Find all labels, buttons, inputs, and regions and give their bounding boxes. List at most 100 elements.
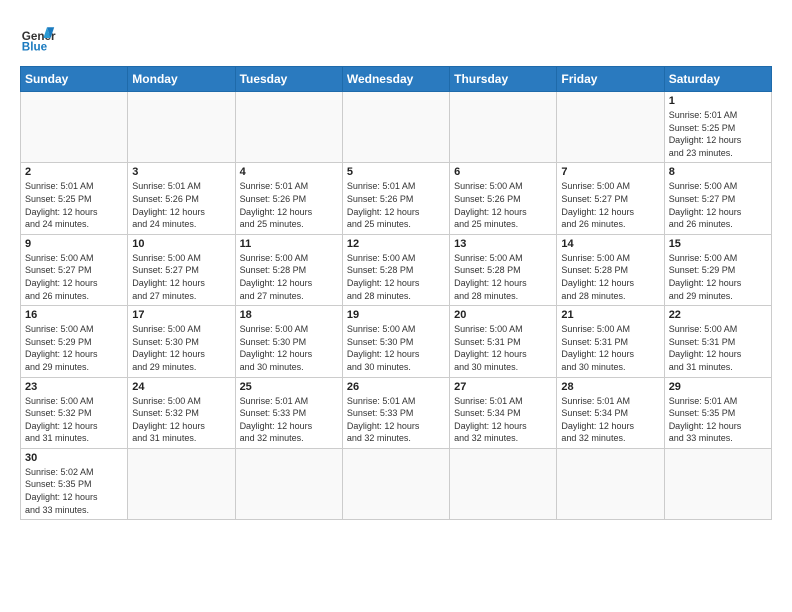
day-cell: 13Sunrise: 5:00 AM Sunset: 5:28 PM Dayli… xyxy=(450,234,557,305)
day-cell: 23 Sunrise: 5:00 AM Sunset: 5:32 PM Dayli… xyxy=(21,377,128,448)
day-number: 23 xyxy=(25,381,123,393)
day-number: 8 xyxy=(669,166,767,178)
day-cell: 16 Sunrise: 5:00 AM Sunset: 5:29 PM Dayli… xyxy=(21,306,128,377)
logo-icon: General Blue xyxy=(20,20,56,56)
week-row-3: 9 Sunrise: 5:00 AM Sunset: 5:27 PM Daylig… xyxy=(21,234,772,305)
day-number: 6 xyxy=(454,166,552,178)
day-number: 14 xyxy=(561,238,659,250)
day-info: Sunrise: 5:00 AM Sunset: 5:31 PM Dayligh… xyxy=(669,323,767,373)
day-number: 7 xyxy=(561,166,659,178)
day-number: 25 xyxy=(240,381,338,393)
weekday-header-row: SundayMondayTuesdayWednesdayThursdayFrid… xyxy=(21,67,772,92)
week-row-4: 16 Sunrise: 5:00 AM Sunset: 5:29 PM Dayli… xyxy=(21,306,772,377)
day-info: Sunrise: 5:00 AM Sunset: 5:27 PM Dayligh… xyxy=(561,180,659,230)
week-row-1: 1Sunrise: 5:01 AM Sunset: 5:25 PM Daylig… xyxy=(21,92,772,163)
day-cell: 27Sunrise: 5:01 AM Sunset: 5:34 PM Dayli… xyxy=(450,377,557,448)
day-cell xyxy=(128,92,235,163)
day-cell: 21 Sunrise: 5:00 AM Sunset: 5:31 PM Dayli… xyxy=(557,306,664,377)
day-info: Sunrise: 5:01 AM Sunset: 5:26 PM Dayligh… xyxy=(347,180,445,230)
day-number: 17 xyxy=(132,309,230,321)
day-info: Sunrise: 5:00 AM Sunset: 5:26 PM Dayligh… xyxy=(454,180,552,230)
day-cell: 30 Sunrise: 5:02 AM Sunset: 5:35 PM Dayli… xyxy=(21,448,128,519)
day-info: Sunrise: 5:00 AM Sunset: 5:27 PM Dayligh… xyxy=(25,252,123,302)
day-cell: 20Sunrise: 5:00 AM Sunset: 5:31 PM Dayli… xyxy=(450,306,557,377)
day-cell: 15Sunrise: 5:00 AM Sunset: 5:29 PM Dayli… xyxy=(664,234,771,305)
day-cell: 2 Sunrise: 5:01 AM Sunset: 5:25 PM Daylig… xyxy=(21,163,128,234)
day-cell: 17 Sunrise: 5:00 AM Sunset: 5:30 PM Dayli… xyxy=(128,306,235,377)
day-cell: 25Sunrise: 5:01 AM Sunset: 5:33 PM Dayli… xyxy=(235,377,342,448)
day-cell: 12Sunrise: 5:00 AM Sunset: 5:28 PM Dayli… xyxy=(342,234,449,305)
day-info: Sunrise: 5:00 AM Sunset: 5:29 PM Dayligh… xyxy=(669,252,767,302)
day-number: 3 xyxy=(132,166,230,178)
day-info: Sunrise: 5:00 AM Sunset: 5:30 PM Dayligh… xyxy=(347,323,445,373)
day-number: 4 xyxy=(240,166,338,178)
day-cell: 28Sunrise: 5:01 AM Sunset: 5:34 PM Dayli… xyxy=(557,377,664,448)
day-number: 26 xyxy=(347,381,445,393)
day-cell: 6 Sunrise: 5:00 AM Sunset: 5:26 PM Daylig… xyxy=(450,163,557,234)
weekday-tuesday: Tuesday xyxy=(235,67,342,92)
weekday-saturday: Saturday xyxy=(664,67,771,92)
svg-text:Blue: Blue xyxy=(22,41,48,54)
day-cell xyxy=(557,92,664,163)
day-cell xyxy=(128,448,235,519)
day-cell xyxy=(342,448,449,519)
day-number: 19 xyxy=(347,309,445,321)
day-info: Sunrise: 5:00 AM Sunset: 5:31 PM Dayligh… xyxy=(454,323,552,373)
day-number: 16 xyxy=(25,309,123,321)
weekday-friday: Friday xyxy=(557,67,664,92)
day-cell: 9 Sunrise: 5:00 AM Sunset: 5:27 PM Daylig… xyxy=(21,234,128,305)
day-cell: 3Sunrise: 5:01 AM Sunset: 5:26 PM Daylig… xyxy=(128,163,235,234)
day-info: Sunrise: 5:00 AM Sunset: 5:28 PM Dayligh… xyxy=(347,252,445,302)
day-cell: 24Sunrise: 5:00 AM Sunset: 5:32 PM Dayli… xyxy=(128,377,235,448)
day-number: 9 xyxy=(25,238,123,250)
weekday-thursday: Thursday xyxy=(450,67,557,92)
day-info: Sunrise: 5:01 AM Sunset: 5:34 PM Dayligh… xyxy=(454,395,552,445)
day-cell: 5 Sunrise: 5:01 AM Sunset: 5:26 PM Daylig… xyxy=(342,163,449,234)
day-cell xyxy=(450,448,557,519)
day-info: Sunrise: 5:01 AM Sunset: 5:26 PM Dayligh… xyxy=(240,180,338,230)
day-number: 5 xyxy=(347,166,445,178)
day-number: 11 xyxy=(240,238,338,250)
day-cell: 26 Sunrise: 5:01 AM Sunset: 5:33 PM Dayli… xyxy=(342,377,449,448)
weekday-sunday: Sunday xyxy=(21,67,128,92)
day-number: 2 xyxy=(25,166,123,178)
day-number: 10 xyxy=(132,238,230,250)
day-number: 22 xyxy=(669,309,767,321)
day-info: Sunrise: 5:01 AM Sunset: 5:25 PM Dayligh… xyxy=(25,180,123,230)
header: General Blue xyxy=(20,20,772,56)
day-info: Sunrise: 5:00 AM Sunset: 5:27 PM Dayligh… xyxy=(132,252,230,302)
day-info: Sunrise: 5:00 AM Sunset: 5:30 PM Dayligh… xyxy=(240,323,338,373)
day-info: Sunrise: 5:00 AM Sunset: 5:28 PM Dayligh… xyxy=(561,252,659,302)
day-info: Sunrise: 5:00 AM Sunset: 5:31 PM Dayligh… xyxy=(561,323,659,373)
day-cell: 22 Sunrise: 5:00 AM Sunset: 5:31 PM Dayli… xyxy=(664,306,771,377)
day-cell: 8 Sunrise: 5:00 AM Sunset: 5:27 PM Daylig… xyxy=(664,163,771,234)
day-cell: 1Sunrise: 5:01 AM Sunset: 5:25 PM Daylig… xyxy=(664,92,771,163)
week-row-2: 2 Sunrise: 5:01 AM Sunset: 5:25 PM Daylig… xyxy=(21,163,772,234)
day-number: 18 xyxy=(240,309,338,321)
week-row-6: 30 Sunrise: 5:02 AM Sunset: 5:35 PM Dayli… xyxy=(21,448,772,519)
day-cell: 29 Sunrise: 5:01 AM Sunset: 5:35 PM Dayli… xyxy=(664,377,771,448)
day-info: Sunrise: 5:00 AM Sunset: 5:28 PM Dayligh… xyxy=(454,252,552,302)
day-cell xyxy=(21,92,128,163)
logo: General Blue xyxy=(20,20,56,56)
day-info: Sunrise: 5:01 AM Sunset: 5:35 PM Dayligh… xyxy=(669,395,767,445)
day-info: Sunrise: 5:00 AM Sunset: 5:29 PM Dayligh… xyxy=(25,323,123,373)
day-cell xyxy=(235,448,342,519)
day-cell: 4 Sunrise: 5:01 AM Sunset: 5:26 PM Daylig… xyxy=(235,163,342,234)
day-number: 21 xyxy=(561,309,659,321)
day-info: Sunrise: 5:00 AM Sunset: 5:32 PM Dayligh… xyxy=(132,395,230,445)
calendar: SundayMondayTuesdayWednesdayThursdayFrid… xyxy=(20,66,772,520)
day-cell: 7 Sunrise: 5:00 AM Sunset: 5:27 PM Daylig… xyxy=(557,163,664,234)
weekday-monday: Monday xyxy=(128,67,235,92)
day-info: Sunrise: 5:00 AM Sunset: 5:30 PM Dayligh… xyxy=(132,323,230,373)
day-info: Sunrise: 5:00 AM Sunset: 5:32 PM Dayligh… xyxy=(25,395,123,445)
day-cell: 10 Sunrise: 5:00 AM Sunset: 5:27 PM Dayli… xyxy=(128,234,235,305)
day-info: Sunrise: 5:00 AM Sunset: 5:27 PM Dayligh… xyxy=(669,180,767,230)
day-info: Sunrise: 5:01 AM Sunset: 5:34 PM Dayligh… xyxy=(561,395,659,445)
day-cell: 11Sunrise: 5:00 AM Sunset: 5:28 PM Dayli… xyxy=(235,234,342,305)
day-info: Sunrise: 5:01 AM Sunset: 5:25 PM Dayligh… xyxy=(669,109,767,159)
day-info: Sunrise: 5:02 AM Sunset: 5:35 PM Dayligh… xyxy=(25,466,123,516)
day-number: 29 xyxy=(669,381,767,393)
day-number: 30 xyxy=(25,452,123,464)
day-info: Sunrise: 5:01 AM Sunset: 5:33 PM Dayligh… xyxy=(347,395,445,445)
